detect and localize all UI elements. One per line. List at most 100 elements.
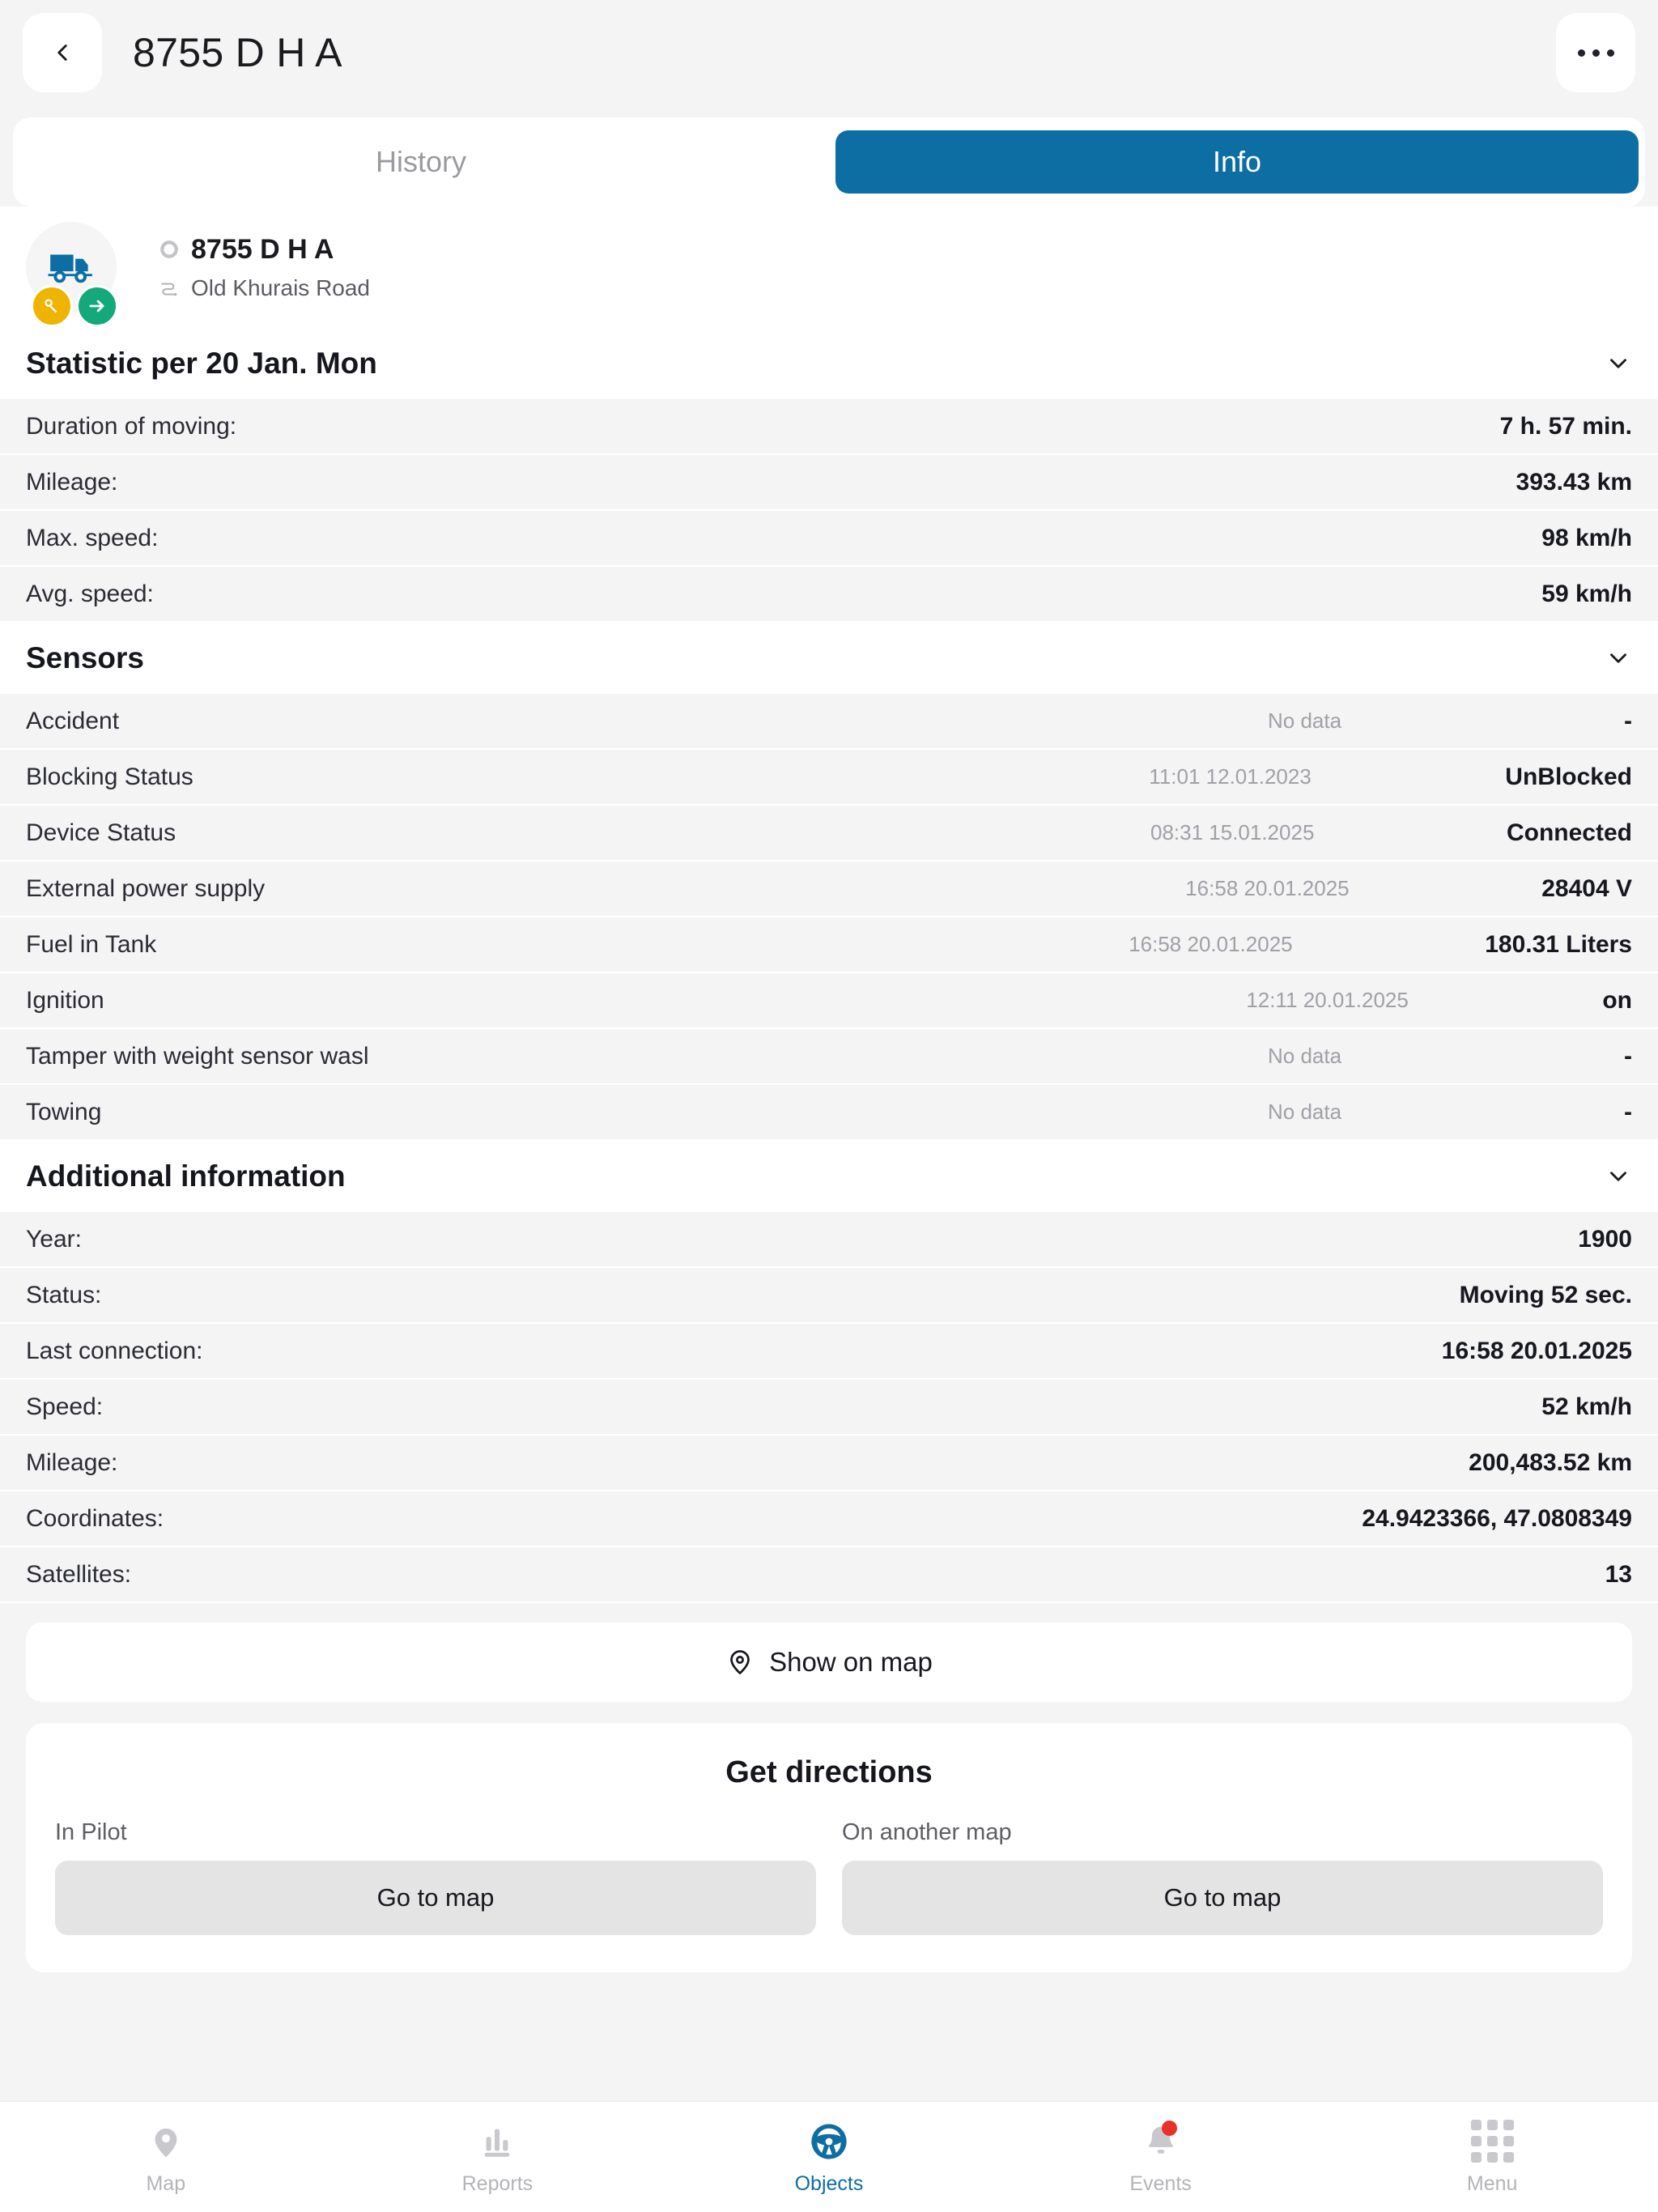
app-header: 8755 D H A <box>0 0 1658 105</box>
section-title-statistic: Statistic per 20 Jan. Mon <box>26 347 377 380</box>
show-on-map-button[interactable]: Show on map <box>26 1623 1632 1702</box>
row-value: on <box>1602 986 1632 1014</box>
section-header-additional[interactable]: Additional information <box>0 1141 1658 1212</box>
row-value: 24.9423366, 47.0808349 <box>1362 1504 1632 1532</box>
table-row: Avg. speed: 59 km/h <box>0 567 1658 623</box>
table-row: Mileage: 393.43 km <box>0 455 1658 511</box>
section-title-additional: Additional information <box>26 1159 346 1193</box>
table-row: Status: Moving 52 sec. <box>0 1268 1658 1324</box>
tab-history[interactable]: History <box>19 130 823 194</box>
row-label: Speed: <box>26 1393 104 1420</box>
section-header-sensors[interactable]: Sensors <box>0 623 1658 694</box>
direction-status-badge <box>76 285 118 327</box>
row-value: 200,483.52 km <box>1469 1448 1632 1476</box>
bar-chart-icon <box>474 2119 520 2164</box>
bell-icon <box>1138 2119 1184 2164</box>
key-status-badge <box>31 285 73 327</box>
table-row: Ignition 12:11 20.01.2025 on <box>0 973 1658 1029</box>
row-timestamp: 08:31 15.01.2025 <box>1150 820 1315 844</box>
table-row: Speed: 52 km/h <box>0 1380 1658 1436</box>
row-label: Blocking Status <box>26 763 193 790</box>
row-label: Device Status <box>26 819 176 846</box>
row-value: 7 h. 57 min. <box>1499 412 1632 440</box>
direction-option-another-map: On another map Go to map <box>842 1819 1603 1935</box>
nav-item-objects[interactable]: Objects <box>663 2119 995 2196</box>
row-label: Ignition <box>26 986 104 1014</box>
row-value: Connected <box>1506 819 1632 846</box>
row-label: External power supply <box>26 874 266 902</box>
table-row: External power supply 16:58 20.01.2025 284… <box>0 861 1658 917</box>
grid-icon <box>1469 2119 1515 2164</box>
nav-item-reports[interactable]: Reports <box>332 2119 664 2196</box>
statistic-rows: Duration of moving: 7 h. 57 min. Mileage: 3… <box>0 399 1658 623</box>
additional-rows: Year: 1900 Status: Moving 52 sec. Last conne… <box>0 1212 1658 1603</box>
object-summary-card[interactable]: 8755 D H A Old Khurais Road <box>0 206 1658 328</box>
table-row: Max. speed: 98 km/h <box>0 511 1658 567</box>
map-pin-icon <box>730 1650 750 1675</box>
avatar <box>26 222 118 327</box>
nav-label-menu: Menu <box>1466 2172 1518 2195</box>
table-row: Mileage: 200,483.52 km <box>0 1436 1658 1491</box>
back-button[interactable] <box>23 13 102 92</box>
object-info: 8755 D H A Old Khurais Road <box>159 234 370 301</box>
object-name: 8755 D H A <box>191 233 334 265</box>
circle-icon <box>160 240 178 258</box>
direction-label-another-map: On another map <box>842 1819 1012 1845</box>
table-row: Blocking Status 11:01 12.01.2023 UnBlocked <box>0 750 1658 806</box>
row-label: Coordinates: <box>26 1504 164 1532</box>
row-label: Satellites: <box>26 1560 132 1588</box>
bottom-navigation: Map Reports Objects Events Menu <box>0 2100 1658 2212</box>
object-address-row: Old Khurais Road <box>159 275 370 301</box>
row-timestamp: 16:58 20.01.2025 <box>1185 876 1350 900</box>
nav-item-menu[interactable]: Menu <box>1326 2119 1658 2196</box>
row-value: 393.43 km <box>1516 468 1632 496</box>
nav-item-events[interactable]: Events <box>995 2119 1327 2196</box>
chevron-down-icon[interactable] <box>1605 1163 1632 1190</box>
row-label: Tamper with weight sensor wasl <box>26 1042 369 1070</box>
get-directions-title: Get directions <box>725 1755 933 1789</box>
object-name-row: 8755 D H A <box>159 234 370 266</box>
row-value: 16:58 20.01.2025 <box>1441 1337 1632 1364</box>
table-row: Last connection: 16:58 20.01.2025 <box>0 1324 1658 1380</box>
row-value: 180.31 Liters <box>1485 930 1632 958</box>
table-row: Duration of moving: 7 h. 57 min. <box>0 399 1658 455</box>
table-row: Satellites: 13 <box>0 1547 1658 1603</box>
row-label: Status: <box>26 1281 102 1308</box>
table-row: Fuel in Tank 16:58 20.01.2025 180.31 Liter… <box>0 917 1658 973</box>
section-header-statistic[interactable]: Statistic per 20 Jan. Mon <box>0 328 1658 399</box>
go-to-map-button-in-pilot[interactable]: Go to map <box>55 1861 816 1935</box>
info-content: Statistic per 20 Jan. Mon Duration of mo… <box>0 328 1658 1972</box>
go-to-map-button-another-map[interactable]: Go to map <box>842 1861 1603 1935</box>
map-pin-icon <box>143 2119 189 2164</box>
chevron-down-icon[interactable] <box>1605 644 1632 672</box>
key-icon <box>45 299 57 313</box>
tab-info[interactable]: Info <box>835 130 1639 194</box>
tab-bar: History Info <box>13 117 1645 206</box>
row-label: Duration of moving: <box>26 412 237 440</box>
row-label: Last connection: <box>26 1337 203 1364</box>
nav-label-events: Events <box>1129 2172 1192 2195</box>
show-on-map-label: Show on map <box>769 1647 933 1677</box>
row-label: Mileage: <box>26 1448 118 1476</box>
chevron-left-icon <box>57 45 67 61</box>
row-timestamp: No data <box>1268 708 1342 733</box>
row-label: Accident <box>26 707 120 734</box>
row-timestamp: 16:58 20.01.2025 <box>1129 932 1293 956</box>
table-row: Towing No data - <box>0 1085 1658 1141</box>
table-row: Accident No data - <box>0 694 1658 750</box>
nav-item-map[interactable]: Map <box>0 2119 332 2196</box>
more-options-button[interactable] <box>1556 13 1635 92</box>
direction-label-in-pilot: In Pilot <box>55 1819 127 1845</box>
route-icon <box>161 283 177 296</box>
direction-option-in-pilot: In Pilot Go to map <box>55 1819 816 1935</box>
row-label: Towing <box>26 1098 102 1125</box>
sensor-rows: Accident No data - Blocking Status 11:01 12.… <box>0 694 1658 1141</box>
row-timestamp: 12:11 20.01.2025 <box>1246 988 1409 1012</box>
row-label: Mileage: <box>26 468 118 496</box>
chevron-down-icon[interactable] <box>1605 350 1632 377</box>
table-row: Tamper with weight sensor wasl No data - <box>0 1029 1658 1085</box>
row-value: 98 km/h <box>1541 524 1632 551</box>
nav-label-reports: Reports <box>461 2172 534 2195</box>
section-title-sensors: Sensors <box>26 641 145 674</box>
row-label: Max. speed: <box>26 524 159 551</box>
